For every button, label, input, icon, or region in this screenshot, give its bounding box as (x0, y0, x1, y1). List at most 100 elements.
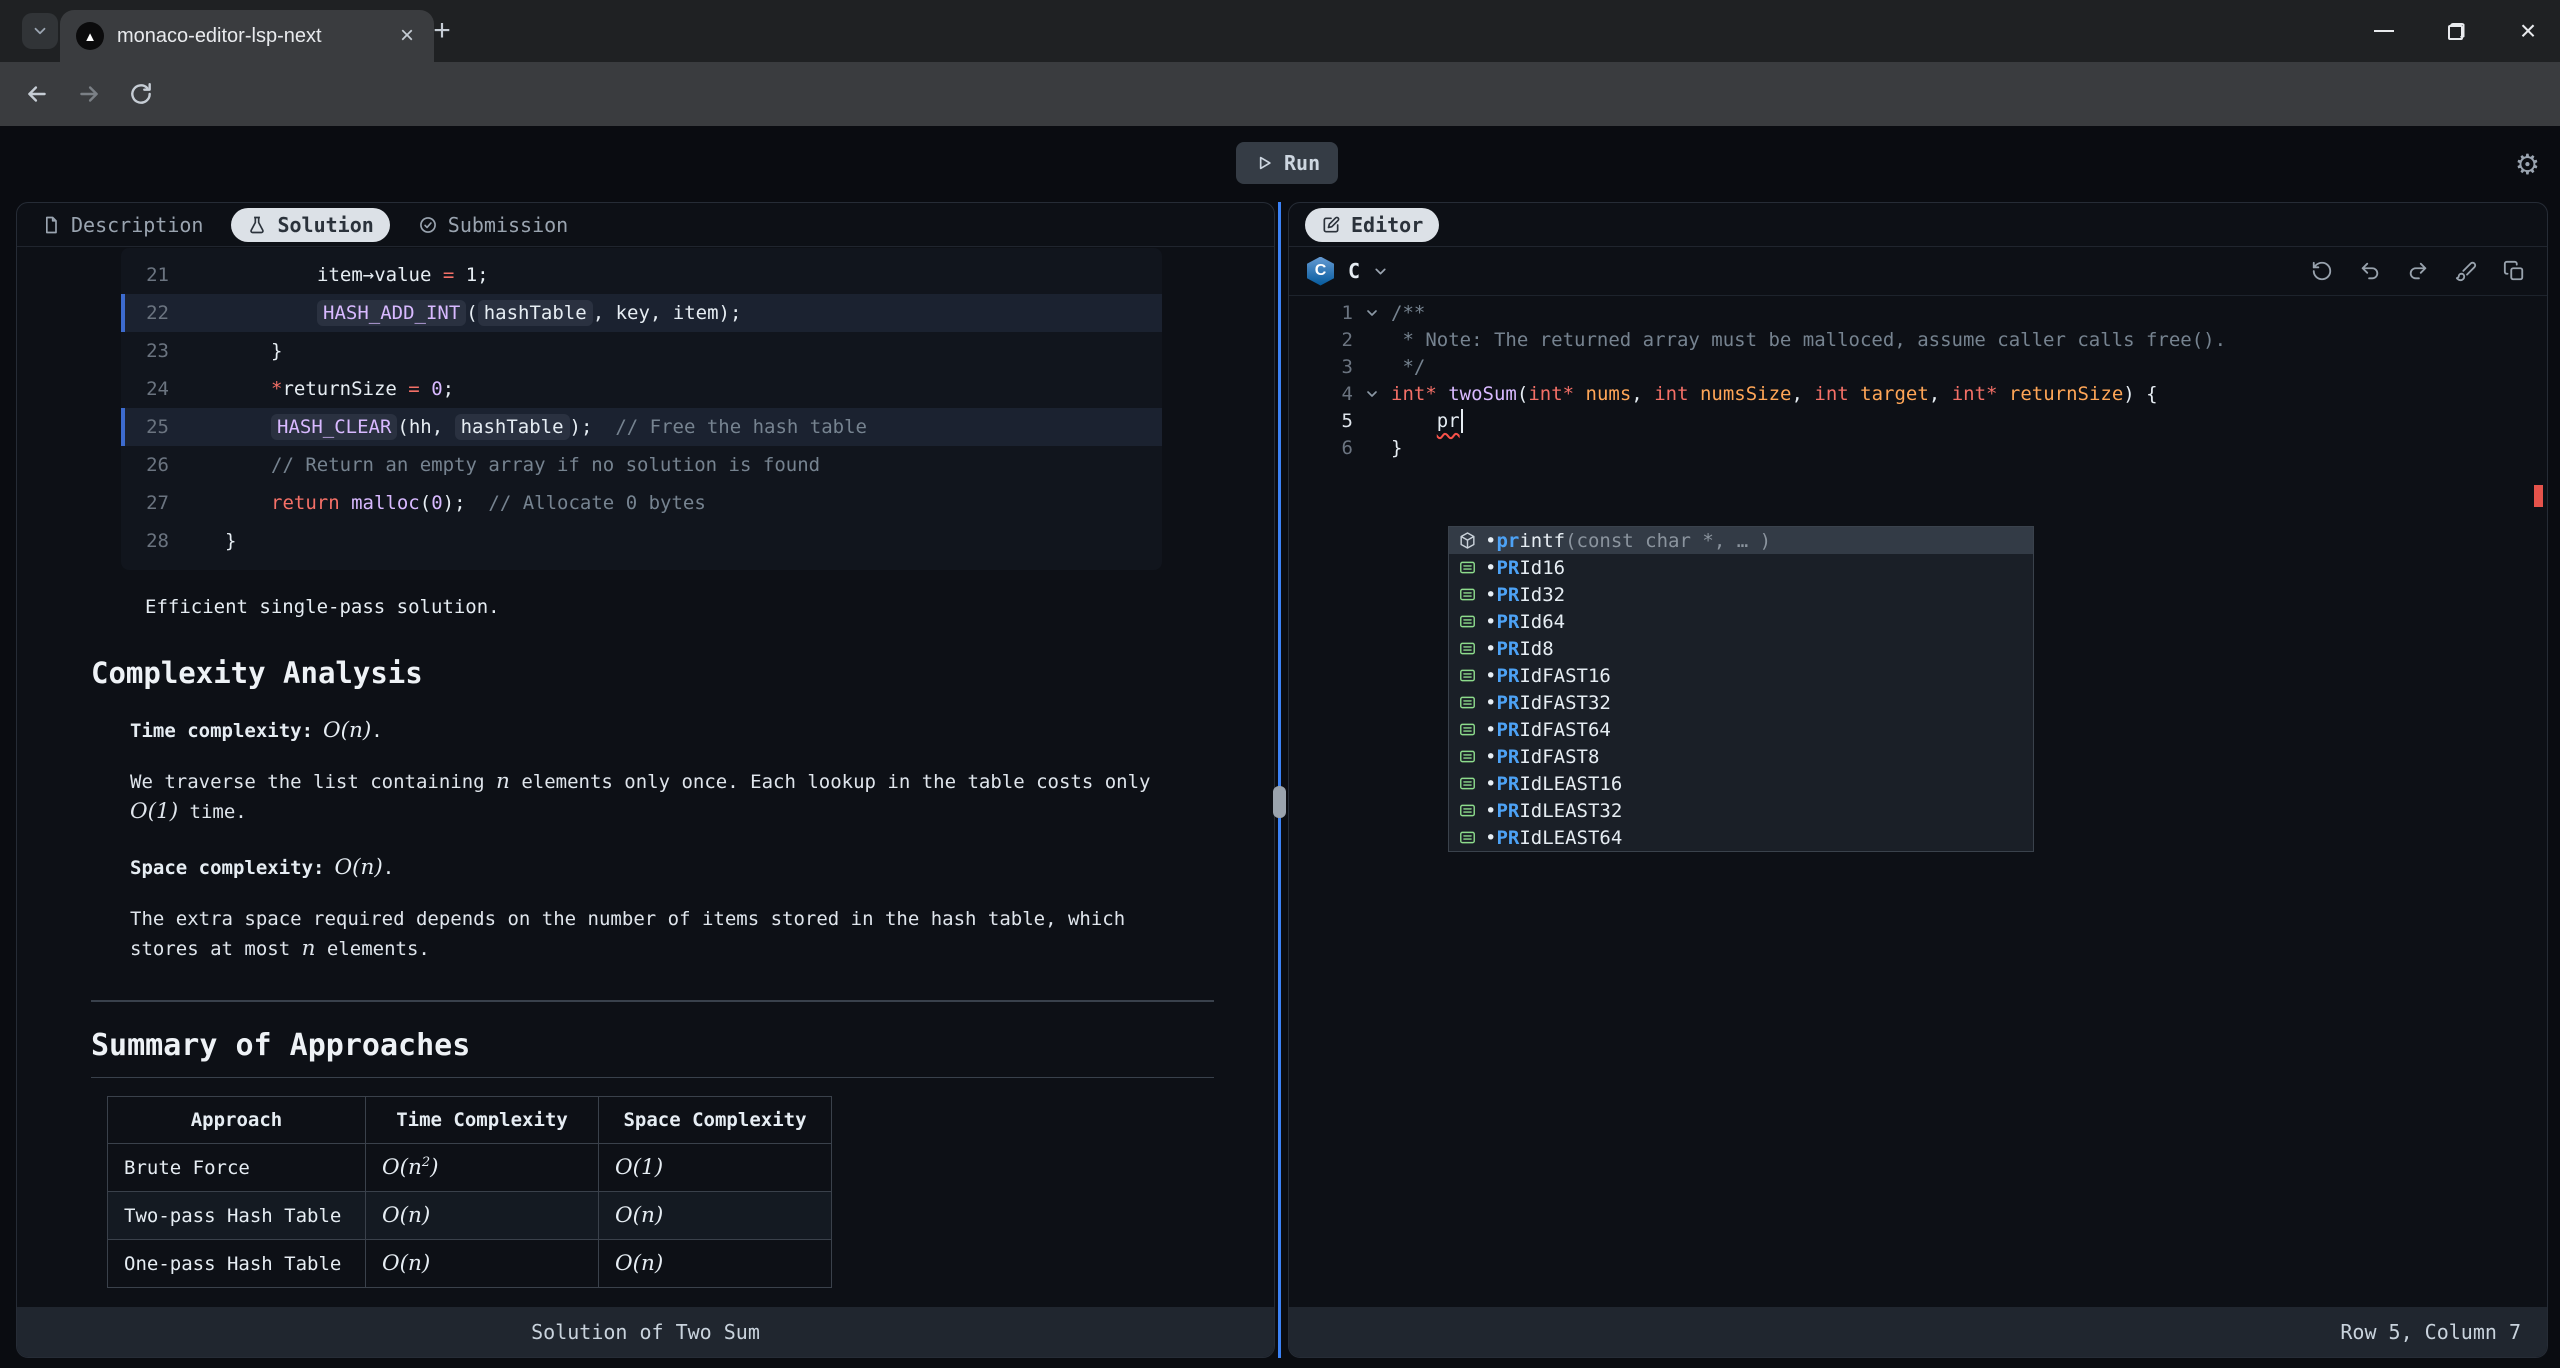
suggestion-item[interactable]: •PRId16 (1449, 554, 2033, 581)
code-line-23[interactable]: 23} (121, 332, 1162, 370)
tab-submission[interactable]: Submission (418, 213, 568, 237)
code-line-5[interactable]: 5 pr (1289, 407, 2547, 434)
code-line-28[interactable]: 28} (121, 522, 1162, 560)
token: int (1654, 383, 1688, 405)
minimize-button[interactable] (2370, 17, 2398, 45)
space-complexity-cell: O(1) (599, 1144, 832, 1192)
suggestion-label: •PRIdLEAST64 (1485, 827, 1622, 849)
code-text: } (225, 340, 282, 362)
code-text: } (1391, 437, 1402, 459)
suggestion-item[interactable]: •PRIdLEAST32 (1449, 797, 2033, 824)
minimize-icon (2374, 30, 2394, 32)
run-button[interactable]: Run (1236, 142, 1338, 184)
redo-icon[interactable] (2407, 260, 2429, 282)
token: * Note: The returned array must be mallo… (1391, 329, 2226, 351)
panel-splitter[interactable] (1278, 202, 1281, 1358)
code-line-22[interactable]: 22HASH_ADD_INT(hashTable, key, item); (121, 294, 1162, 332)
new-tab-button[interactable]: + (424, 14, 460, 50)
solution-note: Efficient single-pass solution. (145, 596, 1184, 618)
suggestion-match: PR (1496, 800, 1519, 822)
token: ; (443, 378, 454, 400)
language-name: C (1348, 259, 1360, 283)
fold-chevron-icon[interactable] (1353, 386, 1391, 402)
code-line-6[interactable]: 6} (1289, 434, 2547, 461)
code-line-2[interactable]: 2 * Note: The returned array must be mal… (1289, 326, 2547, 353)
tab-solution[interactable]: Solution (231, 208, 389, 242)
document-icon (41, 215, 61, 235)
tab-description[interactable]: Description (41, 213, 203, 237)
monaco-editor[interactable]: 1/**2 * Note: The returned array must be… (1289, 295, 2547, 1307)
constant-icon (1457, 828, 1477, 848)
suggestion-item[interactable]: •PRIdFAST8 (1449, 743, 2033, 770)
undo-icon[interactable] (2359, 260, 2381, 282)
window-controls: × (2370, 0, 2542, 62)
suggestion-item[interactable]: •printf(const char *, … ) (1449, 527, 2033, 554)
splitter-grip-handle[interactable] (1273, 786, 1286, 818)
play-icon (1254, 153, 1274, 173)
table-row: Two-pass Hash TableO(n)O(n) (108, 1192, 832, 1240)
suggestion-item[interactable]: •PRId8 (1449, 635, 2033, 662)
forward-icon[interactable] (76, 81, 102, 107)
suggestion-item[interactable]: •PRIdFAST32 (1449, 689, 2033, 716)
suggestion-item[interactable]: •PRId32 (1449, 581, 2033, 608)
restore-button[interactable] (2442, 17, 2470, 45)
copy-icon[interactable] (2503, 260, 2525, 282)
suggestion-item[interactable]: •PRId64 (1449, 608, 2033, 635)
approach-cell: Brute Force (108, 1144, 366, 1192)
code-line-1[interactable]: 1/** (1289, 299, 2547, 326)
suggestion-item[interactable]: •PRIdLEAST16 (1449, 770, 2033, 797)
token (420, 378, 431, 400)
chevron-down-icon (31, 22, 49, 40)
time-complexity-cell: O(n) (366, 1192, 599, 1240)
reload-icon[interactable] (128, 81, 154, 107)
suggestion-rest: IdFAST16 (1519, 665, 1611, 687)
token: returnSize (282, 378, 408, 400)
token: 0 (431, 492, 442, 514)
settings-gear-icon[interactable]: ⚙ (2515, 148, 2540, 181)
tab-close-icon[interactable]: × (392, 21, 422, 51)
code-line-4[interactable]: 4int* twoSum(int* nums, int numsSize, in… (1289, 380, 2547, 407)
format-brush-icon[interactable] (2455, 260, 2477, 282)
text-cursor (1461, 409, 1463, 433)
code-line-25[interactable]: 25HASH_CLEAR(hh, hashTable); // Free the… (121, 408, 1162, 446)
back-icon[interactable] (24, 81, 50, 107)
suggestion-match: PR (1496, 746, 1519, 768)
suggestion-item[interactable]: •PRIdLEAST64 (1449, 824, 2033, 851)
token: , (1791, 383, 1814, 405)
suggestion-item[interactable]: •PRIdFAST64 (1449, 716, 2033, 743)
suggestion-bullet: • (1485, 530, 1496, 552)
playground-app: Run ⚙ Description Solution (0, 126, 2560, 1368)
tab-search-button[interactable] (22, 13, 58, 49)
tab-editor[interactable]: Editor (1305, 208, 1439, 242)
browser-tab[interactable]: ▲ monaco-editor-lsp-next × (60, 10, 434, 62)
token: target (1860, 383, 1929, 405)
math-expression: O(n) (615, 1251, 663, 1276)
code-line-3[interactable]: 3 */ (1289, 353, 2547, 380)
token (466, 492, 489, 514)
reset-code-icon[interactable] (2311, 260, 2333, 282)
code-line-21[interactable]: 21item→value = 1; (121, 256, 1162, 294)
tab-description-label: Description (71, 213, 203, 237)
token (1997, 383, 2008, 405)
approach-cell: One-pass Hash Table (108, 1240, 366, 1288)
summary-table: Approach Time Complexity Space Complexit… (107, 1096, 832, 1288)
code-line-24[interactable]: 24*returnSize = 0; (121, 370, 1162, 408)
code-text: return malloc(0); // Allocate 0 bytes (225, 492, 706, 514)
summary-heading: Summary of Approaches (91, 1028, 1214, 1078)
col-space: Space Complexity (599, 1097, 832, 1144)
suggestion-bullet: • (1485, 800, 1496, 822)
math-expression: O(1) (130, 799, 178, 824)
constant-icon (1457, 693, 1477, 713)
token: return (271, 492, 340, 514)
browser-toolbar: localhost:3000/playground f ⋮ (0, 62, 2560, 126)
code-line-27[interactable]: 27return malloc(0); // Allocate 0 bytes (121, 484, 1162, 522)
code-line-26[interactable]: 26// Return an empty array if no solutio… (121, 446, 1162, 484)
restore-icon (2448, 23, 2465, 40)
editor-tabs: Editor (1289, 203, 2547, 247)
language-chevron-icon[interactable] (1372, 263, 1389, 280)
close-button[interactable]: × (2514, 17, 2542, 45)
suggestion-item[interactable]: •PRIdFAST16 (1449, 662, 2033, 689)
editor-actions (2311, 260, 2525, 282)
suggestion-label: •PRId64 (1485, 611, 1565, 633)
fold-chevron-icon[interactable] (1353, 305, 1391, 321)
